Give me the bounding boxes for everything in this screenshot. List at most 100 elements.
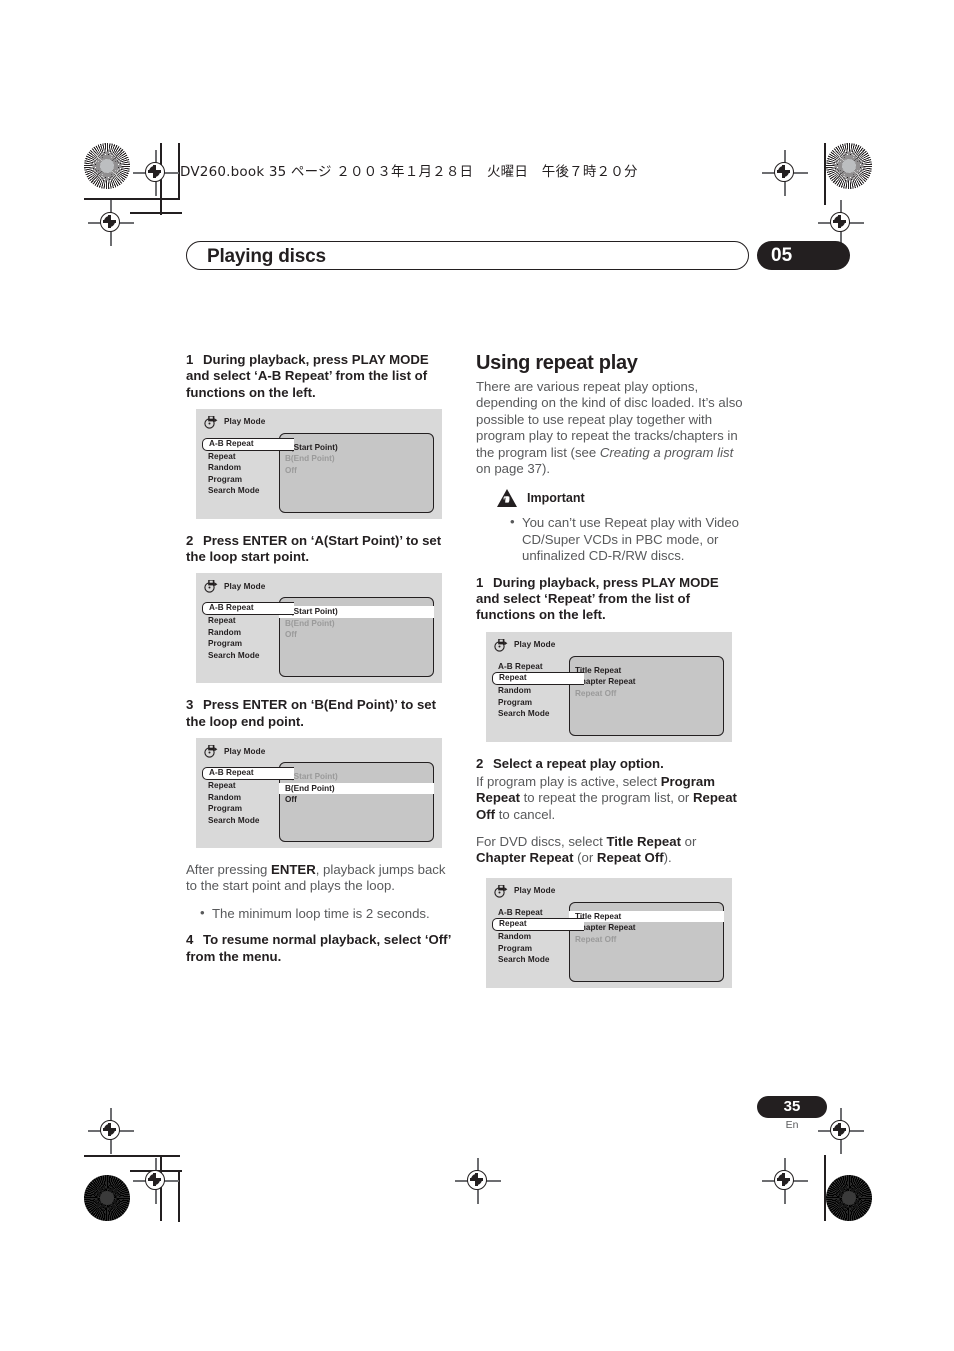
left-step-3-number: 3	[186, 697, 194, 713]
osd-title-label-r2: Play Mode	[514, 886, 556, 896]
osd-menu-item-random[interactable]: Random	[202, 627, 284, 639]
registration-target-left-lower	[88, 1108, 134, 1154]
osd-option-off[interactable]: Off	[280, 629, 433, 641]
osd-option-repeat-off[interactable]: Repeat Off	[570, 688, 723, 700]
left-step-2-number: 2	[186, 532, 194, 548]
osd-option-title-repeat[interactable]: Title Repeat	[569, 910, 724, 923]
osd-option-a-start-point[interactable]: A(Start Point)	[279, 606, 434, 618]
osd-menu-item-search-mode[interactable]: Search Mode	[492, 954, 574, 966]
osd-menu-item-repeat[interactable]: Repeat	[492, 918, 584, 932]
osd-title-2: Play Mode	[204, 579, 265, 594]
osd-menu-item-program[interactable]: Program	[492, 697, 574, 709]
registration-target-bottom-left-outer	[133, 1158, 179, 1204]
registration-target-bottom-center	[455, 1158, 501, 1204]
right-step-2-text: Select a repeat play option.	[493, 755, 664, 771]
right-step-1-number: 1	[476, 574, 484, 590]
program-text-2: to repeat the program list, or	[519, 790, 693, 806]
play-mode-icon	[204, 579, 219, 594]
after-enter-lead: After pressing	[186, 862, 272, 878]
osd-option-b-end-point[interactable]: B(End Point)	[280, 453, 433, 465]
dvd-text-1: For DVD discs, select	[476, 834, 607, 850]
page-title: Playing discs	[207, 246, 326, 267]
osd-figure-repeat-1: Play Mode A-B Repeat Repeat Random Progr…	[486, 631, 732, 742]
osd-option-repeat-off[interactable]: Repeat Off	[570, 934, 723, 946]
osd-title-r2: Play Mode	[494, 884, 555, 898]
osd-option-b-end-point[interactable]: B(End Point)	[280, 618, 433, 630]
crop-mark-top-left-h2	[130, 212, 182, 214]
osd-figure-ab-repeat-3: Play Mode A-B Repeat Repeat Random Progr…	[196, 738, 442, 849]
chapter-repeat-bold: Chapter Repeat	[476, 850, 574, 866]
osd-menu-item-random[interactable]: Random	[202, 462, 284, 474]
osd-menu-item-ab-repeat[interactable]: A-B Repeat	[492, 907, 574, 919]
osd-menu-3: A-B Repeat Repeat Random Program Search …	[202, 767, 294, 827]
left-step-4-text: To resume normal playback, select ‘Off’ …	[186, 932, 451, 964]
osd-menu-item-program[interactable]: Program	[492, 943, 574, 955]
intro-italic-reference: Creating a program list	[599, 444, 734, 460]
left-step-3-text: Press ENTER on ‘B(End Point)’ to set the…	[186, 697, 437, 729]
play-mode-icon	[494, 638, 509, 652]
osd-title-label-r1: Play Mode	[514, 640, 556, 650]
left-step-2-text: Press ENTER on ‘A(Start Point)’ to set t…	[186, 532, 442, 565]
registration-target-bottom-right-outer	[762, 1158, 808, 1204]
chapter-title-bar: Playing discs	[186, 241, 749, 270]
osd-menu-item-random[interactable]: Random	[492, 931, 574, 943]
osd-menu-item-repeat[interactable]: Repeat	[202, 615, 284, 627]
osd-option-a-start-point[interactable]: A(Start Point)	[280, 771, 433, 783]
osd-menu-item-random[interactable]: Random	[492, 685, 574, 697]
repeat-off-bold-2: Repeat Off	[596, 850, 664, 866]
registration-target-right-lower	[818, 1108, 864, 1154]
osd-title-3: Play Mode	[204, 744, 265, 758]
left-step-3: 3 Press ENTER on ‘B(End Point)’ to set th…	[186, 697, 455, 730]
osd-figure-repeat-2: Play Mode A-B Repeat Repeat Random Progr…	[486, 877, 732, 988]
osd-menu-r1: A-B Repeat Repeat Random Program Search …	[492, 661, 584, 720]
list-item: You can’t use Repeat play with Video CD/…	[510, 514, 745, 564]
left-step-1-number: 1	[186, 352, 194, 367]
important-bullet-list: You can’t use Repeat play with Video CD/…	[496, 514, 745, 564]
crop-mark-bottom-right-v	[824, 1155, 826, 1221]
osd-menu-item-search-mode[interactable]: Search Mode	[202, 485, 284, 497]
osd-option-chapter-repeat[interactable]: Chapter Repeat	[570, 676, 723, 688]
osd-menu-item-program[interactable]: Program	[202, 474, 284, 486]
page-number-badge: 35	[757, 1096, 827, 1118]
crop-mark-bottom-left-h	[84, 1155, 180, 1157]
osd-option-title-repeat[interactable]: Title Repeat	[570, 665, 723, 677]
print-header-text: DV260.book 35 ページ ２００３年１月２８日 火曜日 午後７時２０分	[180, 164, 638, 180]
right-step-1-text: During playback, press PLAY MODE and sel…	[476, 574, 719, 623]
osd-menu-item-ab-repeat[interactable]: A-B Repeat	[202, 767, 294, 781]
osd-menu-item-repeat[interactable]: Repeat	[202, 780, 284, 792]
osd-title-1: Play Mode	[204, 415, 265, 429]
osd-menu-item-search-mode[interactable]: Search Mode	[202, 815, 284, 827]
osd-menu-item-program[interactable]: Program	[202, 638, 284, 650]
intro-part-2: on page 37).	[476, 461, 551, 477]
osd-menu-item-random[interactable]: Random	[202, 792, 284, 804]
program-text-1: If program play is active, select	[476, 773, 661, 789]
left-after-enter-paragraph: After pressing ENTER, playback jumps bac…	[186, 862, 455, 895]
osd-menu-item-search-mode[interactable]: Search Mode	[492, 708, 574, 720]
osd-menu-item-ab-repeat[interactable]: A-B Repeat	[202, 602, 294, 616]
osd-option-chapter-repeat[interactable]: Chapter Repeat	[570, 922, 723, 934]
osd-menu-item-repeat[interactable]: Repeat	[202, 451, 284, 463]
osd-option-a-start-point[interactable]: A(Start Point)	[280, 442, 433, 454]
osd-figure-ab-repeat-1: Play Mode A-B Repeat Repeat Random Progr…	[196, 408, 442, 519]
left-step-4: 4 To resume normal playback, select ‘Off’…	[186, 932, 455, 965]
osd-menu-item-repeat[interactable]: Repeat	[492, 672, 584, 686]
play-mode-icon	[494, 884, 509, 898]
program-repeat-paragraph: If program play is active, select Progra…	[476, 774, 745, 823]
section-heading-using-repeat-play: Using repeat play	[476, 352, 638, 374]
osd-title-r1: Play Mode	[494, 638, 555, 652]
left-step-2: 2 Press ENTER on ‘A(Start Point)’ to set …	[186, 533, 455, 566]
osd-option-off[interactable]: Off	[280, 794, 433, 806]
osd-option-panel-3: A(Start Point) B(End Point) Off	[279, 762, 434, 843]
osd-menu-item-ab-repeat[interactable]: A-B Repeat	[492, 661, 574, 673]
title-repeat-bold: Title Repeat	[606, 834, 681, 850]
crop-mark-top-right-v	[824, 143, 826, 205]
right-step-1: 1 During playback, press PLAY MODE and se…	[476, 575, 745, 624]
osd-menu-item-search-mode[interactable]: Search Mode	[202, 650, 284, 662]
osd-figure-ab-repeat-2: Play Mode A-B Repeat Repeat Random Progr…	[196, 573, 442, 684]
osd-menu-item-program[interactable]: Program	[202, 803, 284, 815]
osd-menu-item-ab-repeat[interactable]: A-B Repeat	[202, 437, 294, 451]
right-column: Using repeat play There are various repe…	[476, 352, 745, 1002]
chapter-number-badge: 05	[757, 241, 850, 270]
osd-option-b-end-point[interactable]: B(End Point)	[279, 782, 434, 795]
osd-option-off[interactable]: Off	[280, 465, 433, 477]
